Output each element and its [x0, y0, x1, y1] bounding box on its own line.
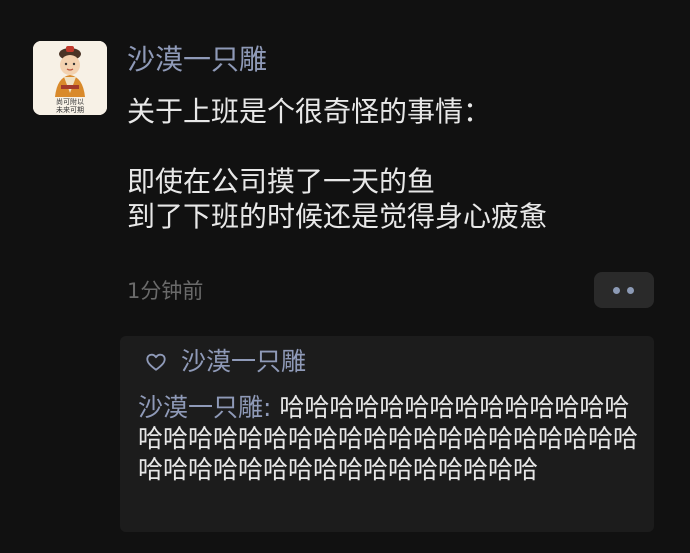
- likes-comments-panel: 沙漠一只雕 沙漠一只雕: 哈哈哈哈哈哈哈哈哈哈哈哈哈哈哈哈哈哈哈哈哈哈哈哈哈哈哈…: [120, 336, 654, 532]
- more-dots-icon: [627, 287, 634, 294]
- post-content-line: 到了下班的时候还是觉得身心疲惫: [127, 200, 548, 233]
- svg-text:尚可附以: 尚可附以: [56, 97, 84, 106]
- like-user-name[interactable]: 沙漠一只雕: [181, 344, 306, 380]
- post-content-line: 关于上班是个很奇怪的事情：: [127, 95, 492, 128]
- cartoon-figure-avatar-icon: 尚可附以 未来可期: [33, 41, 107, 115]
- more-actions-button[interactable]: [594, 272, 654, 308]
- heart-icon: [146, 353, 166, 371]
- comment-author-name[interactable]: 沙漠一只雕: [138, 393, 263, 422]
- post-content-blank-line: [127, 129, 547, 164]
- avatar[interactable]: 尚可附以 未来可期: [33, 41, 107, 115]
- likes-row: 沙漠一只雕: [145, 344, 306, 380]
- post-timestamp: 1分钟前: [127, 279, 204, 303]
- svg-text:未来可期: 未来可期: [56, 105, 84, 114]
- post-author-name[interactable]: 沙漠一只雕: [127, 41, 267, 79]
- comment-item[interactable]: 沙漠一只雕: 哈哈哈哈哈哈哈哈哈哈哈哈哈哈哈哈哈哈哈哈哈哈哈哈哈哈哈哈哈哈哈哈哈…: [138, 392, 648, 485]
- post-content-line: 即使在公司摸了一天的鱼: [127, 165, 436, 198]
- post-content: 关于上班是个很奇怪的事情： 即使在公司摸了一天的鱼 到了下班的时候还是觉得身心疲…: [127, 94, 547, 234]
- moment-post: 尚可附以 未来可期 沙漠一只雕 关于上班是个很奇怪的事情： 即使在公司摸了一天的…: [0, 0, 690, 553]
- comment-separator: :: [263, 393, 280, 422]
- more-dots-icon: [613, 287, 620, 294]
